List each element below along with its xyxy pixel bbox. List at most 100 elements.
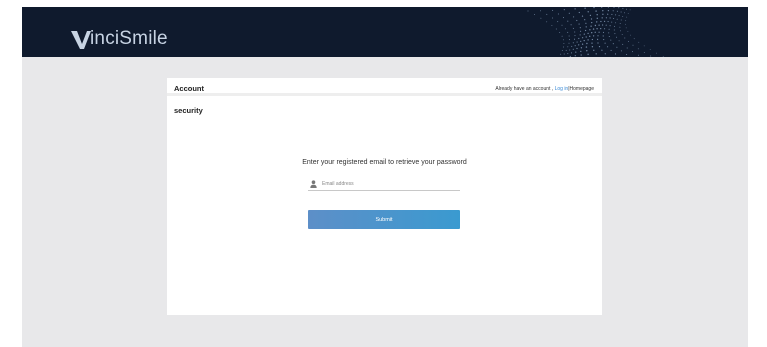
decor-dot [613, 7, 615, 8]
decor-dot [618, 40, 620, 42]
decor-dot [598, 24, 600, 26]
already-account-text: Already have an account , [495, 86, 554, 92]
decor-dot [609, 17, 611, 19]
decor-dot [611, 13, 613, 15]
decor-dot [567, 46, 569, 48]
decor-dot [620, 11, 622, 13]
decor-dot [596, 17, 598, 19]
decor-dot [624, 12, 626, 14]
decor-dot [570, 24, 572, 26]
decor-dot [607, 21, 609, 23]
decor-dot [574, 31, 576, 33]
decor-dot [591, 32, 593, 34]
decor-dot [614, 25, 616, 27]
decor-dot [567, 53, 569, 55]
submit-button[interactable]: Submit [308, 210, 460, 229]
decor-dot [602, 31, 605, 33]
decor-dot [580, 54, 582, 56]
decor-dot [580, 40, 582, 42]
decor-dot [562, 17, 565, 19]
decor-dot [608, 28, 610, 30]
decor-dot [622, 15, 624, 17]
decor-dot [594, 31, 596, 33]
decor-dot [583, 39, 585, 42]
login-link[interactable]: Log in [555, 86, 569, 92]
decor-dot [638, 41, 640, 43]
decor-dot [591, 46, 594, 48]
decor-dot [656, 52, 657, 54]
decor-dot [585, 22, 587, 24]
decor-dot [650, 55, 652, 57]
decor-dot [616, 10, 618, 12]
decor-dot [563, 53, 565, 55]
decor-dot [643, 45, 645, 47]
decor-dot [573, 16, 575, 18]
account-card: Account Already have an account , Log in… [167, 78, 602, 315]
decor-dot [608, 32, 610, 34]
page-frame: inciSmile Account Already have an accoun… [22, 7, 748, 347]
decor-dot [581, 15, 584, 17]
decor-dot [593, 7, 595, 9]
decor-dot [609, 25, 611, 27]
decor-dot [615, 22, 617, 24]
decor-dot [561, 24, 563, 26]
decor-dot [559, 32, 561, 34]
decor-dot [592, 28, 595, 30]
decor-dot [616, 36, 617, 38]
decor-dot [594, 24, 597, 27]
decor-dot [608, 35, 610, 38]
decor-dot [627, 13, 629, 14]
decor-dot [596, 28, 598, 30]
decor-dot [591, 38, 594, 41]
decor-dot [626, 8, 627, 10]
logo-v-icon [71, 31, 91, 49]
decor-dot [615, 14, 617, 16]
decor-dot [625, 23, 626, 25]
user-icon [310, 180, 317, 188]
decor-dot [587, 11, 589, 13]
decor-dot [587, 53, 589, 55]
decor-dot [593, 49, 595, 51]
decor-dot [585, 26, 587, 28]
decor-dot [603, 20, 606, 23]
decor-dot [567, 20, 569, 22]
decor-dot [591, 21, 593, 24]
decor-dot [578, 44, 580, 46]
decor-dot [637, 54, 639, 56]
decor-dot [618, 7, 620, 9]
decor-dot [569, 49, 571, 51]
email-input[interactable] [322, 179, 458, 189]
decor-dot [563, 9, 565, 11]
decor-dot [546, 13, 548, 15]
decor-dot [596, 38, 599, 41]
decor-dot [534, 14, 536, 16]
homepage-link[interactable]: Homepage [570, 86, 594, 92]
decor-dot [579, 34, 581, 36]
decor-dot [583, 33, 585, 35]
decor-dot [626, 16, 628, 18]
brand-logo[interactable]: inciSmile [71, 24, 168, 50]
decor-dot [662, 56, 664, 57]
decor-dot [610, 39, 612, 41]
top-header: inciSmile [22, 7, 748, 57]
decor-dot [574, 55, 576, 57]
decor-dot [621, 33, 623, 35]
decor-dot [622, 7, 624, 9]
decor-dot [613, 17, 615, 20]
decor-dot [601, 7, 603, 8]
decor-dot [561, 50, 563, 52]
decor-dot [574, 8, 576, 10]
decor-dot [601, 49, 603, 51]
decor-dot [569, 55, 571, 57]
decor-dot [576, 41, 578, 43]
decor-dot [551, 24, 553, 26]
decor-dot [596, 21, 598, 23]
decor-dot [578, 37, 580, 40]
decor-dot [598, 31, 600, 33]
decor-dot [616, 18, 618, 20]
decor-dot [602, 35, 604, 37]
decor-dot [540, 17, 542, 19]
account-title: Account [174, 84, 204, 93]
decor-dot [611, 21, 613, 23]
decor-dot [586, 42, 588, 45]
